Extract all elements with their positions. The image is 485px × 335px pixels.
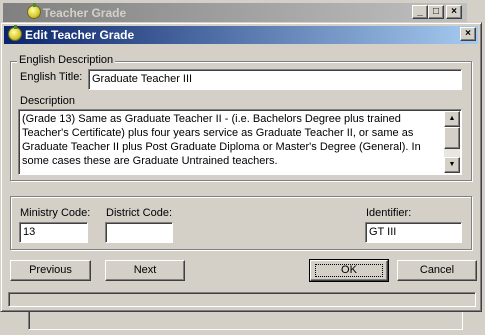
description-text: (Grade 13) Same as Graduate Teacher II -… — [22, 113, 421, 167]
next-button-label: Next — [133, 264, 157, 276]
scroll-thumb[interactable] — [444, 127, 460, 149]
edit-teacher-grade-dialog: Edit Teacher Grade × English Description… — [0, 22, 482, 312]
minimize-button[interactable]: _ — [412, 5, 428, 19]
identifier-input[interactable]: GT III — [365, 222, 462, 243]
ministry-code-input[interactable]: 13 — [19, 222, 88, 243]
dialog-title: Edit Teacher Grade — [25, 28, 135, 42]
status-bar — [8, 292, 476, 307]
dialog-close-button[interactable]: × — [460, 27, 476, 41]
previous-button[interactable]: Previous — [10, 260, 91, 281]
scroll-up-icon[interactable]: ▲ — [444, 111, 460, 127]
parent-titlebar[interactable]: Teacher Grade _ □ × — [3, 3, 467, 22]
district-code-label: District Code: — [106, 207, 173, 219]
dialog-titlebar[interactable]: Edit Teacher Grade × — [4, 25, 478, 44]
english-title-input[interactable]: Graduate Teacher III — [88, 69, 462, 90]
app-icon — [27, 3, 41, 19]
english-title-label: English Title: — [20, 71, 83, 83]
description-scrollbar[interactable]: ▲ ▼ — [444, 111, 460, 173]
focus-indicator — [315, 264, 383, 277]
parent-window-title: Teacher Grade — [43, 6, 127, 20]
cancel-button[interactable]: Cancel — [397, 260, 477, 281]
ministry-code-label: Ministry Code: — [20, 207, 91, 219]
maximize-button[interactable]: □ — [428, 5, 444, 19]
district-code-input[interactable] — [105, 222, 173, 243]
close-button[interactable]: × — [446, 5, 462, 19]
scroll-down-icon[interactable]: ▼ — [444, 157, 460, 173]
cancel-button-label: Cancel — [419, 264, 455, 276]
identifier-label: Identifier: — [366, 207, 412, 219]
dialog-app-icon — [8, 25, 22, 41]
description-textarea[interactable]: (Grade 13) Same as Graduate Teacher II -… — [18, 109, 462, 175]
next-button[interactable]: Next — [105, 260, 185, 281]
parent-status-panel — [28, 310, 463, 330]
ok-button[interactable]: OK — [309, 259, 389, 282]
previous-button-label: Previous — [29, 264, 72, 276]
english-description-group-label: English Description — [17, 54, 116, 66]
description-label: Description — [20, 95, 76, 107]
